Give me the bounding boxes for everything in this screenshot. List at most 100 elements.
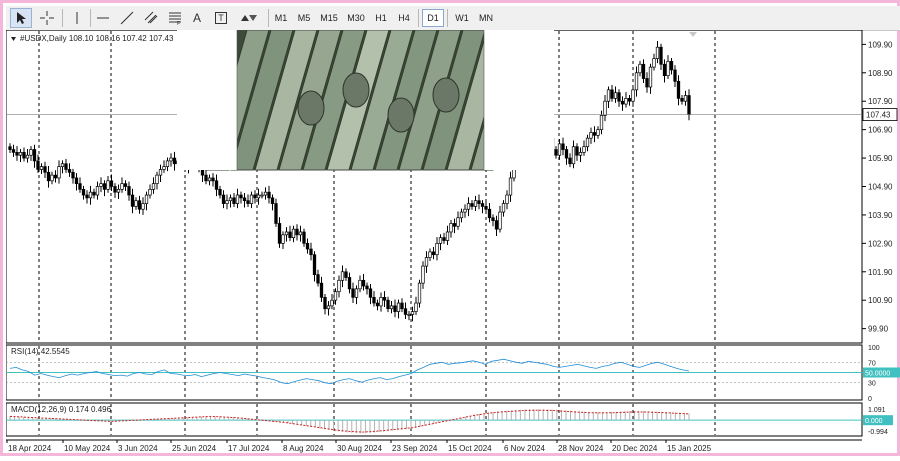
timeframe-m15[interactable]: M15 <box>316 9 342 27</box>
rsi-tick-label: 100 <box>868 345 880 352</box>
arrows-icon[interactable] <box>236 8 264 28</box>
chevron-down-icon[interactable] <box>11 37 16 41</box>
candle-body <box>459 211 464 219</box>
chart-shift-marker-icon[interactable] <box>689 32 697 37</box>
candle-body <box>46 171 51 182</box>
candle-body <box>25 154 30 159</box>
candle-body <box>452 223 457 227</box>
candle-body <box>578 152 583 156</box>
candle-body <box>120 183 124 190</box>
candle-body <box>585 137 590 148</box>
candle-body <box>470 203 474 207</box>
candle-body <box>323 297 327 310</box>
candle-body <box>382 297 387 301</box>
timeframe-w1[interactable]: W1 <box>451 9 473 27</box>
candle-body <box>305 243 310 250</box>
candle-body <box>18 152 23 156</box>
chart-svg: 109.90 108.90 107.90 106.90 105.90 104.90 103.… <box>5 29 900 453</box>
time-axis-label: 23 Sep 2024 <box>392 444 438 453</box>
cursor-icon[interactable] <box>10 8 32 28</box>
candle-body <box>235 194 240 204</box>
time-axis-label: 15 Jan 2025 <box>667 444 712 453</box>
svg-text:F: F <box>177 21 180 25</box>
timeframe-m5[interactable]: M5 <box>293 9 315 27</box>
candle-body <box>648 66 653 88</box>
candle-body <box>169 157 173 162</box>
candle-body <box>340 271 345 281</box>
candle-body <box>123 183 128 187</box>
crosshair-icon[interactable] <box>36 8 58 28</box>
channel-icon[interactable] <box>140 8 162 28</box>
candle-body <box>284 231 289 236</box>
candle-body <box>431 251 436 256</box>
candle-body <box>134 200 138 207</box>
vertical-line-icon[interactable] <box>66 8 88 28</box>
candle-body <box>214 180 219 190</box>
macd-current-label: 0.000 <box>865 418 883 425</box>
candle-body <box>71 171 75 179</box>
candle-body <box>414 302 418 312</box>
candle-body <box>298 231 303 236</box>
trend-line-icon[interactable] <box>116 8 138 28</box>
candle-body <box>683 95 688 102</box>
candle-body <box>221 194 226 204</box>
chart-area[interactable]: 109.90 108.90 107.90 106.90 105.90 104.90 103.… <box>5 29 900 456</box>
candle-body <box>330 299 334 307</box>
time-axis-label: 28 Nov 2024 <box>558 444 604 453</box>
candle-body <box>218 188 222 196</box>
candle-body <box>15 152 19 156</box>
label-icon[interactable]: T <box>210 8 232 28</box>
timeframe-m30[interactable]: M30 <box>343 9 369 27</box>
candle-body <box>389 305 394 310</box>
label-tool-label: T <box>215 12 227 24</box>
timeframe-d1[interactable]: D1 <box>422 9 444 27</box>
candle-body <box>232 197 236 204</box>
candle-body <box>393 305 397 312</box>
candle-body <box>505 194 509 204</box>
candle-body <box>8 146 12 150</box>
time-axis-label: 3 Jun 2024 <box>118 444 158 453</box>
candle-body <box>316 274 320 284</box>
timeframe-m1[interactable]: M1 <box>270 9 292 27</box>
candle-body <box>428 251 432 258</box>
banknote-portrait-image <box>342 72 370 108</box>
text-icon[interactable]: A <box>186 8 208 28</box>
candle-body <box>158 169 163 176</box>
fibonacci-icon[interactable]: F <box>164 8 186 28</box>
candle-body <box>592 132 597 136</box>
horizontal-line-icon[interactable] <box>92 8 114 28</box>
candle-body <box>29 149 33 156</box>
candle-body <box>99 183 103 187</box>
rsi-tick-label: 0 <box>868 396 872 403</box>
candle-body <box>319 282 324 298</box>
text-tool-label: A <box>192 11 201 25</box>
candle-body <box>116 188 121 193</box>
timeframe-h1[interactable]: H1 <box>370 9 392 27</box>
candle-body <box>281 234 285 244</box>
timeframe-h4[interactable]: H4 <box>393 9 415 27</box>
candle-body <box>498 211 502 230</box>
candle-body <box>39 166 44 170</box>
candle-body <box>95 186 100 196</box>
candle-body <box>449 223 453 233</box>
candle-body <box>155 174 159 185</box>
macd-tick-label: 1.091 <box>868 407 886 414</box>
candle-body <box>344 271 348 278</box>
candle-body <box>617 92 621 102</box>
price-tick-label: 100.90 <box>868 296 893 305</box>
candle-body <box>466 203 471 210</box>
price-tick-label: 99.90 <box>868 325 889 334</box>
candle-body <box>368 288 373 298</box>
candle-body <box>242 197 247 202</box>
candle-body <box>445 231 450 241</box>
time-axis-label: 10 May 2024 <box>64 444 111 453</box>
candle-body <box>277 223 282 244</box>
timeframe-mn[interactable]: MN <box>474 9 498 27</box>
candle-body <box>85 194 89 199</box>
time-axis-label: 30 Aug 2024 <box>337 444 382 453</box>
candle-body <box>109 180 114 187</box>
candle-body <box>113 186 117 193</box>
rsi-tick-label: 30 <box>868 381 876 388</box>
candle-body <box>491 217 495 221</box>
candle-body <box>435 243 439 256</box>
